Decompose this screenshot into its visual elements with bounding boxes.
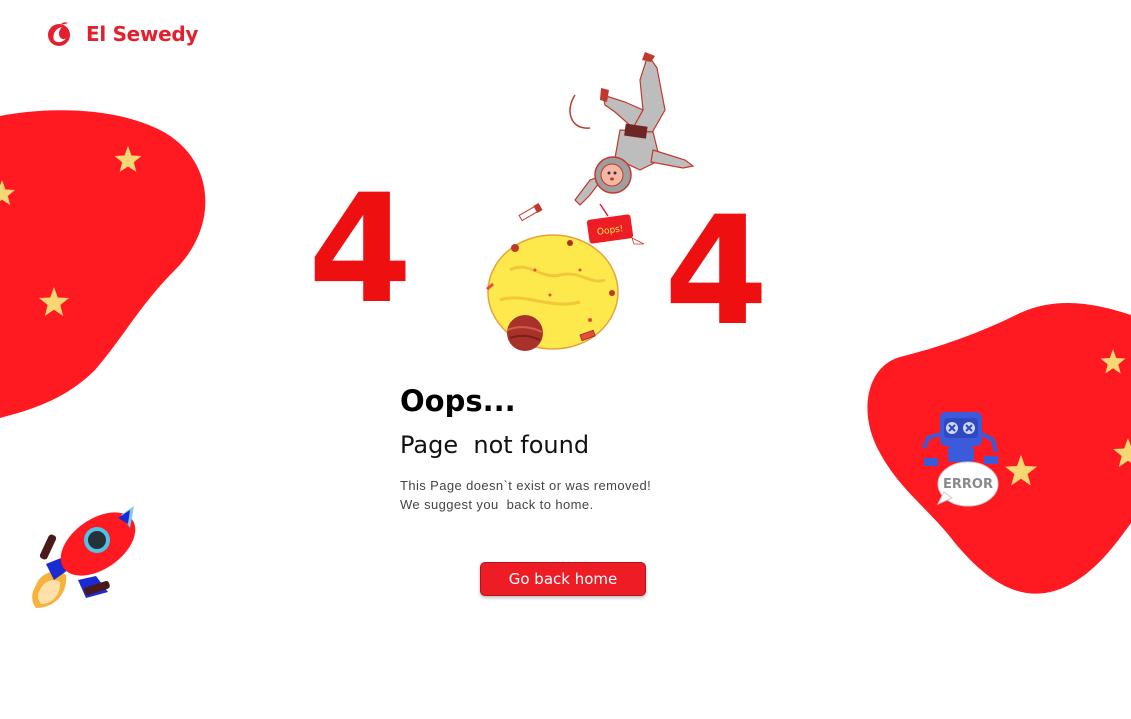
brand-name: El Sewedy [86, 22, 199, 46]
go-back-home-button[interactable]: Go back home [480, 562, 646, 596]
page-title: Oops... [400, 384, 516, 418]
robot-illustration: ERROR [922, 412, 999, 507]
error-description-line-1: This Page doesn`t exist or was removed! [400, 478, 652, 493]
brand-logo[interactable]: El Sewedy [46, 20, 198, 48]
error-description: This Page doesn`t exist or was removed! W… [400, 476, 651, 514]
page-subtitle: Page not found [400, 431, 590, 459]
rocket-illustration [32, 506, 136, 608]
error-description-line-2: We suggest you back to home. [400, 497, 594, 512]
el-sewedy-logo-icon [48, 22, 70, 46]
error-digit-left: 4 [308, 163, 413, 337]
astronaut-illustration [569, 52, 695, 206]
error-digit-right: 4 [664, 185, 769, 359]
telescope-icon [518, 203, 543, 222]
oops-tag: Oops! [586, 204, 645, 245]
left-blob-decoration [0, 110, 206, 418]
error-bubble-text: ERROR [943, 477, 993, 492]
